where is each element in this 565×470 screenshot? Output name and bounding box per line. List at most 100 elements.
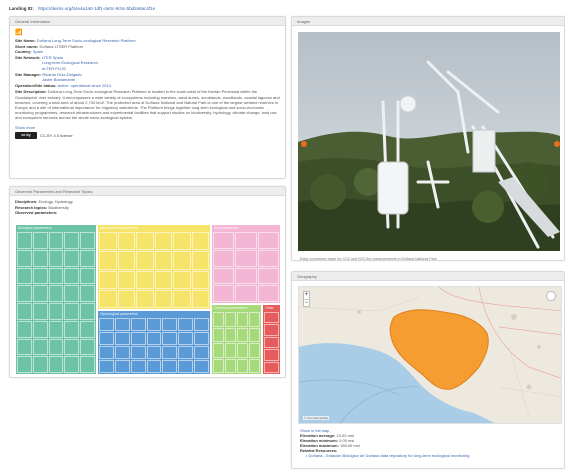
- treemap-cell[interactable]: [194, 332, 209, 345]
- treemap-cell[interactable]: [225, 327, 236, 342]
- treemap-cell[interactable]: [80, 303, 95, 320]
- treemap-cell[interactable]: [249, 358, 260, 373]
- treemap-cell[interactable]: [162, 360, 178, 373]
- treemap-cell[interactable]: [194, 346, 209, 359]
- treemap-cell[interactable]: [48, 356, 64, 373]
- treemap-cell[interactable]: [64, 285, 80, 302]
- treemap-group-hydrological[interactable]: Hydrological parameters: [98, 311, 210, 374]
- map-attribution[interactable]: © OpenStreetMap: [303, 416, 330, 420]
- network-link-2[interactable]: Long-term Ecological Research: [42, 60, 98, 65]
- treemap-cell[interactable]: [225, 343, 236, 358]
- treemap-cell[interactable]: [80, 285, 95, 302]
- treemap-cell[interactable]: [213, 249, 235, 267]
- treemap-cell[interactable]: [178, 346, 194, 359]
- treemap-cell[interactable]: [154, 251, 172, 270]
- treemap-cell[interactable]: [48, 320, 64, 338]
- treemap-cell[interactable]: [235, 267, 257, 285]
- treemap-cell[interactable]: [146, 360, 162, 373]
- treemap-cell[interactable]: [64, 267, 80, 285]
- treemap-cell[interactable]: [99, 332, 114, 345]
- treemap-cell[interactable]: [64, 303, 80, 320]
- treemap-cell[interactable]: [146, 318, 162, 331]
- treemap-cell[interactable]: [264, 349, 279, 361]
- treemap-cell[interactable]: [136, 289, 154, 308]
- treemap-cell[interactable]: [264, 336, 279, 349]
- treemap-cell[interactable]: [235, 249, 257, 267]
- treemap-cell[interactable]: [114, 332, 130, 345]
- show-more-link[interactable]: Show more: [15, 125, 280, 131]
- treemap-cell[interactable]: [32, 320, 48, 338]
- treemap-cell[interactable]: [264, 312, 279, 324]
- treemap-cell[interactable]: [237, 343, 248, 358]
- carousel-prev-icon[interactable]: [301, 141, 307, 147]
- treemap-cell[interactable]: [136, 251, 154, 270]
- treemap-cell[interactable]: [117, 232, 135, 251]
- zoom-out-button[interactable]: −: [304, 299, 309, 306]
- zoom-in-button[interactable]: +: [304, 292, 309, 299]
- treemap-cell[interactable]: [130, 346, 146, 359]
- site-manager-link-2[interactable]: Javier Bustamante: [42, 77, 75, 82]
- treemap-cell[interactable]: [32, 285, 48, 302]
- treemap-cell[interactable]: [64, 232, 80, 249]
- treemap-cell[interactable]: [249, 343, 260, 358]
- treemap-cell[interactable]: [64, 320, 80, 338]
- treemap-cell[interactable]: [114, 346, 130, 359]
- treemap-cell[interactable]: [173, 251, 191, 270]
- treemap-cell[interactable]: [136, 232, 154, 251]
- treemap-cell[interactable]: [99, 270, 117, 289]
- treemap-cell[interactable]: [114, 360, 130, 373]
- treemap-cell[interactable]: [257, 249, 279, 267]
- treemap-cell[interactable]: [32, 249, 48, 267]
- treemap-cell[interactable]: [257, 232, 279, 249]
- treemap-cell[interactable]: [32, 267, 48, 285]
- treemap-cell[interactable]: [17, 249, 32, 267]
- treemap-cell[interactable]: [178, 360, 194, 373]
- treemap-cell[interactable]: [213, 285, 235, 302]
- site-manager-link-1[interactable]: Ricardo Díaz-Delgado: [42, 72, 81, 77]
- treemap-cell[interactable]: [237, 312, 248, 327]
- treemap-cell[interactable]: [117, 289, 135, 308]
- treemap-cell[interactable]: [162, 318, 178, 331]
- treemap-cell[interactable]: [178, 332, 194, 345]
- treemap-cell[interactable]: [213, 358, 224, 373]
- treemap-cell[interactable]: [114, 318, 130, 331]
- treemap-cell[interactable]: [257, 285, 279, 302]
- treemap-cell[interactable]: [99, 232, 117, 251]
- treemap-group-biological[interactable]: Biological parameters: [16, 225, 96, 374]
- country-value[interactable]: Spain: [33, 49, 43, 54]
- treemap-cell[interactable]: [173, 232, 191, 251]
- landing-id-link[interactable]: https://deims.org/b4e4a1a0-1df1-4e0c-9c5…: [38, 6, 155, 11]
- treemap-cell[interactable]: [32, 232, 48, 249]
- treemap-cell[interactable]: [225, 358, 236, 373]
- treemap-cell[interactable]: [154, 289, 172, 308]
- treemap-cell[interactable]: [48, 303, 64, 320]
- license-link[interactable]: CC-BY 4.0 license: [40, 133, 73, 138]
- treemap-cell[interactable]: [173, 270, 191, 289]
- treemap-cell[interactable]: [80, 356, 95, 373]
- treemap-cell[interactable]: [64, 338, 80, 356]
- rss-feed-icon[interactable]: 📶: [15, 29, 280, 38]
- treemap-cell[interactable]: [235, 232, 257, 249]
- treemap-cell[interactable]: [48, 338, 64, 356]
- treemap-cell[interactable]: [264, 324, 279, 336]
- treemap-cell[interactable]: [48, 249, 64, 267]
- treemap-cell[interactable]: [48, 285, 64, 302]
- treemap-cell[interactable]: [154, 232, 172, 251]
- treemap-cell[interactable]: [32, 303, 48, 320]
- treemap-cell[interactable]: [191, 251, 209, 270]
- treemap-group-soil[interactable]: Soil parameters: [212, 225, 280, 303]
- treemap-cell[interactable]: [162, 332, 178, 345]
- treemap-cell[interactable]: [99, 360, 114, 373]
- treemap-cell[interactable]: [130, 360, 146, 373]
- site-map[interactable]: + − © OpenStreetMap: [298, 286, 562, 424]
- layers-icon[interactable]: [546, 291, 556, 301]
- treemap-cell[interactable]: [213, 267, 235, 285]
- treemap-group-other[interactable]: Other: [263, 305, 280, 374]
- treemap-cell[interactable]: [213, 232, 235, 249]
- treemap-cell[interactable]: [130, 318, 146, 331]
- treemap-cell[interactable]: [17, 320, 32, 338]
- treemap-cell[interactable]: [32, 356, 48, 373]
- treemap-cell[interactable]: [235, 285, 257, 302]
- treemap-cell[interactable]: [17, 303, 32, 320]
- treemap-cell[interactable]: [99, 318, 114, 331]
